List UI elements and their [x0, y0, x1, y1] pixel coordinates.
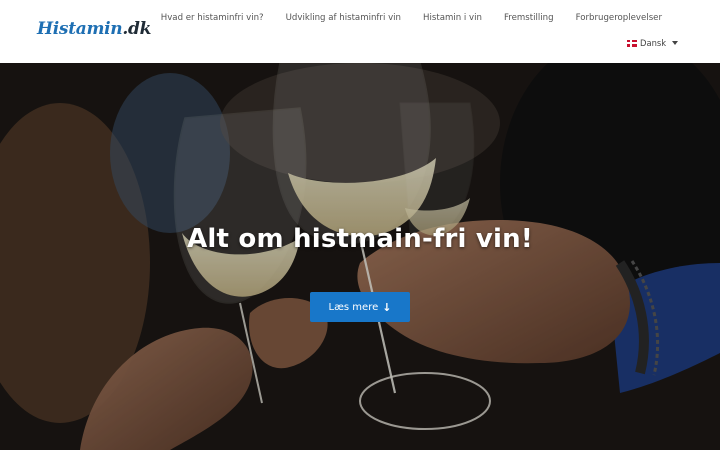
chevron-down-icon — [672, 41, 679, 45]
nav-item-fremstilling[interactable]: Fremstilling — [493, 13, 565, 23]
hero-section: Alt om histmain-fri vin! Læs mere ↓ — [0, 63, 720, 450]
nav-item-forbrugeroplevelser[interactable]: Forbrugeroplevelser — [565, 13, 673, 23]
arrow-down-icon: ↓ — [382, 300, 392, 314]
nav-item-histamin-i-vin[interactable]: Histamin i vin — [412, 13, 493, 23]
read-more-label: Læs mere — [328, 301, 379, 313]
site-logo[interactable]: Histamin .dk — [37, 19, 151, 43]
read-more-button[interactable]: Læs mere ↓ — [310, 292, 410, 322]
nav-item-hvad-er-histaminfri-vin[interactable]: Hvad er histaminfri vin? — [150, 13, 275, 23]
hero-overlay — [0, 63, 720, 450]
main-nav: Hvad er histaminfri vin? Udvikling af hi… — [150, 13, 673, 23]
logo-main-text: Histamin — [37, 19, 123, 39]
hero-title: Alt om histmain-fri vin! — [187, 224, 533, 254]
language-label: Dansk — [640, 38, 667, 48]
site-header: Histamin .dk Hvad er histaminfri vin? Udv… — [0, 0, 720, 63]
nav-item-udvikling[interactable]: Udvikling af histaminfri vin — [275, 13, 412, 23]
danish-flag-icon — [627, 39, 637, 47]
logo-tld-text: .dk — [122, 19, 152, 39]
language-switcher[interactable]: Dansk — [627, 38, 679, 48]
